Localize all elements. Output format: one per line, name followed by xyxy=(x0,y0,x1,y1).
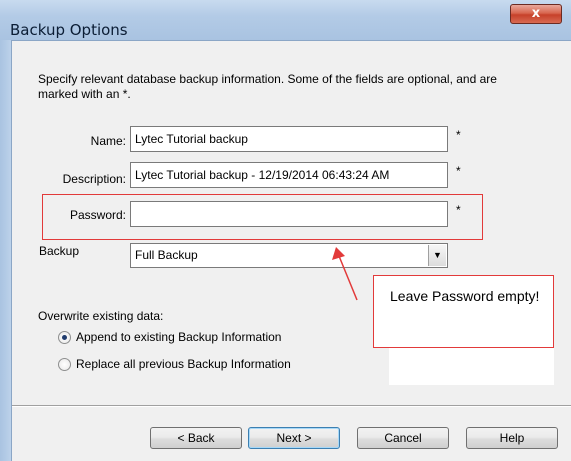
annotation-note-text: Leave Password empty! xyxy=(390,288,540,304)
window-titlebar: Backup Options x xyxy=(0,0,571,41)
cancel-button[interactable]: Cancel xyxy=(357,427,449,449)
button-separator xyxy=(12,405,571,407)
next-button[interactable]: Next > xyxy=(248,427,340,449)
optional-marker: * xyxy=(456,128,461,142)
backup-select-value: Full Backup xyxy=(135,248,198,262)
radio-append-label: Append to existing Backup Information xyxy=(76,330,282,344)
window-title: Backup Options xyxy=(10,21,128,39)
chevron-down-icon[interactable]: ▼ xyxy=(428,245,446,266)
name-label: Name: xyxy=(90,134,126,148)
backup-select[interactable]: Full Backup ▼ xyxy=(130,243,448,268)
close-icon: x xyxy=(531,6,541,21)
note-background xyxy=(389,348,554,385)
overwrite-heading: Overwrite existing data: xyxy=(38,309,164,323)
description-input[interactable]: Lytec Tutorial backup - 12/19/2014 06:43… xyxy=(130,162,448,188)
help-button[interactable]: Help xyxy=(466,427,558,449)
description-label: Description: xyxy=(62,172,126,186)
password-highlight-box xyxy=(42,194,483,240)
window-frame-left xyxy=(0,40,12,461)
back-button[interactable]: < Back xyxy=(150,427,242,449)
intro-text: Specify relevant database backup informa… xyxy=(38,72,497,101)
backup-label: Backup xyxy=(39,244,80,258)
radio-replace-label: Replace all previous Backup Information xyxy=(76,357,291,371)
radio-button[interactable] xyxy=(58,358,71,371)
radio-button[interactable] xyxy=(58,331,71,344)
optional-marker: * xyxy=(456,164,461,178)
annotation-note: Leave Password empty! xyxy=(373,275,554,348)
name-input[interactable]: Lytec Tutorial backup xyxy=(130,126,448,152)
close-button[interactable]: x xyxy=(510,4,562,24)
